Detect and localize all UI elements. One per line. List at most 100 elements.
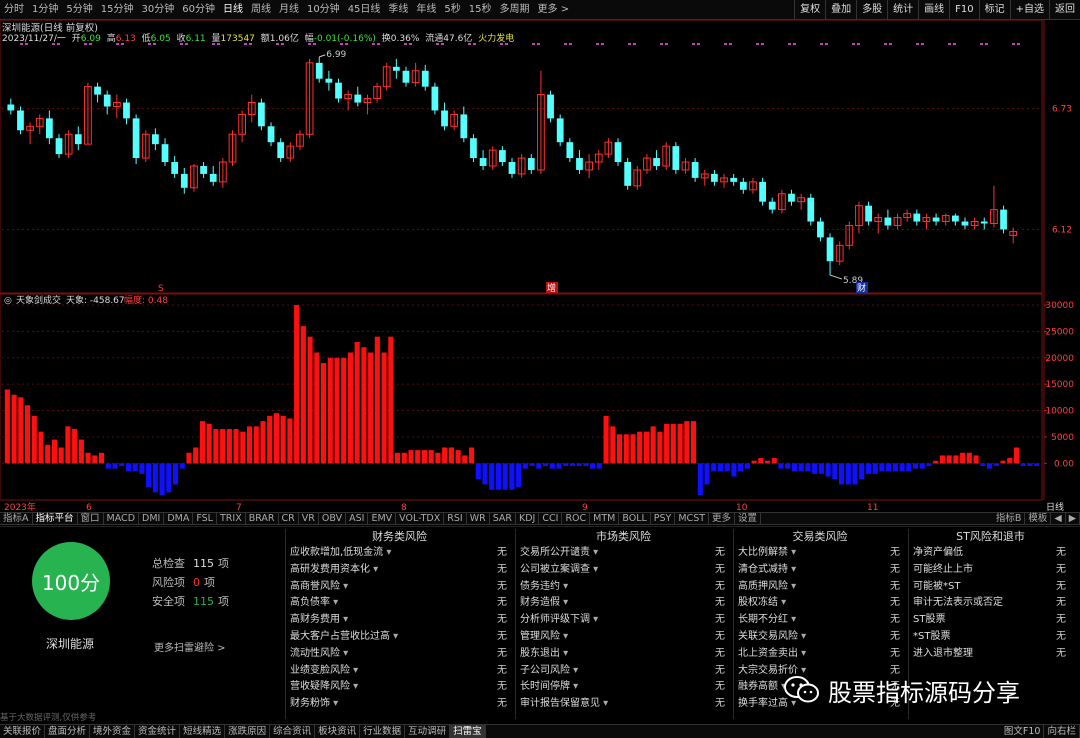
indicator-tab[interactable]: ASI <box>346 512 369 525</box>
indicator-tab[interactable]: CR <box>279 512 299 525</box>
risk-item[interactable]: 交易所公开谴责 ▾ 无 <box>516 545 731 562</box>
risk-item[interactable]: 净资产偏低 无 <box>909 545 1072 562</box>
risk-item[interactable]: 高负债率 ▾ 无 <box>286 595 513 612</box>
indicator-tab[interactable]: SAR <box>490 512 517 525</box>
indicator-bar <box>381 352 387 464</box>
indicator-tab[interactable]: BOLL <box>619 512 651 525</box>
indicator-tab[interactable]: ROC <box>562 512 591 525</box>
bottom-tab[interactable]: 扫雷宝 <box>450 725 486 738</box>
risk-item-label: 长时间停牌 ▾ <box>520 679 578 696</box>
indicator-tab[interactable]: MTM <box>590 512 620 525</box>
bottom-tab-right[interactable]: 向右栏 <box>1044 725 1080 738</box>
risk-item[interactable]: 大比例解禁 ▾ 无 <box>734 545 906 562</box>
indicator-bar <box>697 463 703 495</box>
risk-item[interactable]: 高研发费用资本化 ▾ 无 <box>286 562 513 579</box>
bottom-tab[interactable]: 涨跌原因 <box>225 725 271 738</box>
indicator-tab[interactable]: RSI <box>444 512 467 525</box>
risk-item[interactable]: 长时间停牌 ▾ 无 <box>516 679 731 696</box>
candle-body <box>884 217 892 226</box>
sector-tag[interactable]: 火力发电 <box>478 34 514 44</box>
indicator-tab[interactable]: OBV <box>319 512 347 525</box>
indicator-tab[interactable]: WR <box>467 512 490 525</box>
indicator-tab[interactable]: BRAR <box>246 512 279 525</box>
risk-item[interactable]: ST股票 无 <box>909 612 1072 629</box>
indicator-tab[interactable]: FSL <box>193 512 217 525</box>
signal-dot <box>564 43 567 45</box>
indicator-tab[interactable]: MACD <box>104 512 140 525</box>
indicator-tab[interactable]: DMI <box>139 512 165 525</box>
risk-item[interactable]: 流动性风险 ▾ 无 <box>286 646 513 663</box>
indicator-bar <box>193 447 199 464</box>
risk-item[interactable]: 关联交易风险 ▾ 无 <box>734 629 906 646</box>
indicator-tab-right[interactable]: 指标B <box>993 513 1026 525</box>
risk-item-text: 换手率过高 <box>738 698 788 710</box>
bottom-tab[interactable]: 境外资金 <box>90 725 136 738</box>
risk-item[interactable]: 子公司风险 ▾ 无 <box>516 663 731 680</box>
indicator-bar <box>220 429 226 464</box>
indicator-tab-right[interactable]: ◀ <box>1051 513 1066 525</box>
candle-body <box>132 118 140 159</box>
bottom-tab[interactable]: 行业数据 <box>360 725 406 738</box>
risk-item[interactable]: 清仓式减持 ▾ 无 <box>734 562 906 579</box>
risk-item[interactable]: 股东退出 ▾ 无 <box>516 646 731 663</box>
risk-item-label: 审计报告保留意见 ▾ <box>520 696 608 713</box>
bottom-tab[interactable]: 综合资讯 <box>270 725 316 738</box>
risk-item[interactable]: 高质押风险 ▾ 无 <box>734 579 906 596</box>
indicator-tab[interactable]: 窗口 <box>78 512 104 525</box>
risk-item[interactable]: 债务违约 ▾ 无 <box>516 579 731 596</box>
indicator-tab[interactable]: VR <box>299 512 319 525</box>
risk-item[interactable]: 可能被*ST 无 <box>909 579 1072 596</box>
indicator-bar <box>468 447 475 464</box>
risk-item[interactable]: 审计报告保留意见 ▾ 无 <box>516 696 731 713</box>
risk-item[interactable]: 最大客户占营收比过高 ▾ 无 <box>286 629 513 646</box>
risk-item[interactable]: 高财务费用 ▾ 无 <box>286 612 513 629</box>
risk-item-label: 高财务费用 ▾ <box>290 612 348 629</box>
indicator-tab[interactable]: EMV <box>368 512 397 525</box>
bottom-tab[interactable]: 互动调研 <box>405 725 451 738</box>
risk-item[interactable]: 审计无法表示或否定 无 <box>909 595 1072 612</box>
bottom-tab[interactable]: 板块资讯 <box>315 725 361 738</box>
risk-item[interactable]: 分析师评级下调 ▾ 无 <box>516 612 731 629</box>
bottom-tab[interactable]: 关联报价 <box>0 725 46 738</box>
bottom-tab-right[interactable]: 图文F10 <box>1001 725 1045 738</box>
risk-item-status: 无 <box>890 547 900 558</box>
indicator-tab[interactable]: TRIX <box>217 512 246 525</box>
risk-item[interactable]: *ST股票 无 <box>909 629 1072 646</box>
indicator-tab[interactable]: VOL-TDX <box>396 512 445 525</box>
risk-item[interactable]: 财务造假 ▾ 无 <box>516 595 731 612</box>
bottom-tab[interactable]: 盘面分析 <box>45 725 91 738</box>
candle-body <box>103 94 111 107</box>
bottom-tab[interactable]: 资金统计 <box>135 725 181 738</box>
indicator-tab[interactable]: 指标A <box>0 512 33 525</box>
indicator-tab[interactable]: DMA <box>164 512 194 525</box>
indicator-tab[interactable]: KDJ <box>516 512 540 525</box>
indicator-bar <box>785 463 791 469</box>
indicator-bar <box>650 426 656 464</box>
risk-item[interactable]: 管理风险 ▾ 无 <box>516 629 731 646</box>
risk-item[interactable]: 业绩变脸风险 ▾ 无 <box>286 663 513 680</box>
amount-value: 1.06亿 <box>269 34 299 44</box>
risk-item[interactable]: 可能终止上市 无 <box>909 562 1072 579</box>
indicator-tab[interactable]: CCI <box>539 512 563 525</box>
bottom-tab[interactable]: 短线精选 <box>180 725 226 738</box>
risk-item[interactable]: 财务粉饰 ▾ 无 <box>286 696 513 713</box>
risk-item[interactable]: 长期不分红 ▾ 无 <box>734 612 906 629</box>
risk-item[interactable]: 高商誉风险 ▾ 无 <box>286 579 513 596</box>
indicator-tab[interactable]: MCST <box>675 512 710 525</box>
risk-item[interactable]: 股权冻结 ▾ 无 <box>734 595 906 612</box>
risk-item[interactable]: 公司被立案调查 ▾ 无 <box>516 562 731 579</box>
indicator-tab-right[interactable]: 模板 <box>1025 513 1052 525</box>
risk-item[interactable]: 应收款增加,低现金流 ▾ 无 <box>286 545 513 562</box>
indicator-tab[interactable]: 更多 <box>709 512 736 525</box>
indicator-tab[interactable]: PSY <box>651 512 676 525</box>
indicator-bar <box>953 455 959 464</box>
more-scan-link[interactable]: 更多扫雷避险 > <box>154 639 226 654</box>
indicator-tab[interactable]: 设置 <box>735 512 762 525</box>
risk-item[interactable]: 营收疑降风险 ▾ 无 <box>286 679 513 696</box>
dropdown-arrow-icon: ▾ <box>370 563 379 575</box>
indicator-tab-right[interactable]: ▶ <box>1066 513 1080 525</box>
indicator-bar <box>388 336 394 464</box>
risk-item[interactable]: 北上资金卖出 ▾ 无 <box>734 646 906 663</box>
risk-item[interactable]: 进入退市整理 无 <box>909 646 1072 663</box>
indicator-tab[interactable]: 指标平台 <box>33 512 78 525</box>
